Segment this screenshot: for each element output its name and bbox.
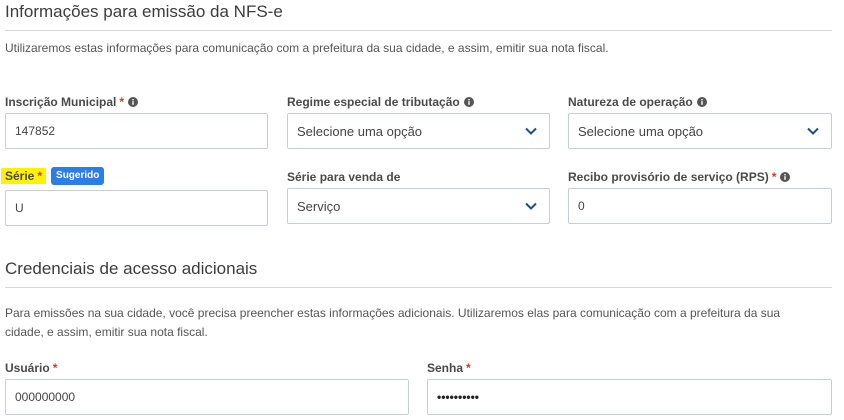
section-title-credentials: Credenciais de acesso adicionais — [5, 259, 258, 278]
rps-value: 0 — [578, 199, 585, 213]
natureza-label: Natureza de operação — [568, 95, 707, 109]
serie-venda-label: Série para venda de — [287, 170, 400, 184]
regime-label: Regime especial de tributação — [287, 95, 474, 109]
inscricao-value: 147852 — [15, 124, 56, 138]
rps-label: Recibo provisório de serviço (RPS) * — [568, 170, 791, 184]
suggested-badge: Sugerido — [51, 167, 105, 185]
senha-input[interactable]: •••••••••• — [427, 379, 832, 415]
usuario-value: 000000000 — [15, 390, 76, 404]
section-description: Para emissões na sua cidade, você precis… — [5, 306, 781, 339]
required-mark: * — [119, 95, 125, 109]
regime-select[interactable]: Selecione uma opção — [287, 113, 550, 149]
required-mark: * — [771, 170, 777, 184]
chevron-down-icon — [525, 202, 537, 210]
inscricao-municipal-input[interactable]: 147852 — [5, 113, 268, 149]
natureza-selected-value: Selecione uma opção — [578, 123, 704, 139]
inscricao-label: Inscrição Municipal * — [5, 95, 139, 109]
rps-input[interactable]: 0 — [568, 188, 832, 224]
required-mark: * — [52, 361, 58, 375]
info-icon[interactable] — [780, 172, 791, 182]
info-icon[interactable] — [128, 97, 139, 107]
serie-label-highlight: Série * — [1, 168, 47, 184]
serie-value: U — [15, 201, 24, 215]
info-icon[interactable] — [463, 97, 474, 107]
inscricao-label-text: Inscrição Municipal — [5, 95, 117, 109]
serie-input[interactable]: U — [5, 190, 268, 226]
serie-venda-select[interactable]: Serviço — [287, 188, 550, 224]
info-icon[interactable] — [696, 97, 707, 107]
regime-selected-value: Selecione uma opção — [297, 123, 423, 139]
section-divider — [5, 30, 832, 31]
required-mark: * — [466, 361, 471, 375]
serie-label-text: Série — [5, 169, 35, 183]
chevron-down-icon — [807, 127, 819, 135]
required-mark: * — [37, 169, 43, 183]
serie-venda-selected-value: Serviço — [297, 198, 341, 214]
regime-label-text: Regime especial de tributação — [287, 95, 460, 109]
section-description: Utilizaremos estas informações para comu… — [5, 41, 609, 55]
natureza-select[interactable]: Selecione uma opção — [568, 113, 832, 149]
usuario-label: Usuário * — [5, 361, 57, 375]
serie-venda-label-text: Série para venda de — [287, 170, 401, 184]
rps-label-text: Recibo provisório de serviço (RPS) — [568, 170, 769, 184]
section-divider — [5, 287, 832, 288]
usuario-label-text: Usuário — [5, 361, 50, 375]
serie-label: Série * Sugerido — [1, 167, 105, 185]
senha-value: •••••••••• — [437, 390, 480, 404]
senha-label: Senha * — [427, 361, 471, 375]
chevron-down-icon — [525, 127, 537, 135]
usuario-input[interactable]: 000000000 — [5, 379, 409, 415]
natureza-label-text: Natureza de operação — [568, 95, 693, 109]
section-title-nfse: Informações para emissão da NFS-e — [5, 2, 283, 21]
senha-label-text: Senha — [427, 361, 464, 375]
